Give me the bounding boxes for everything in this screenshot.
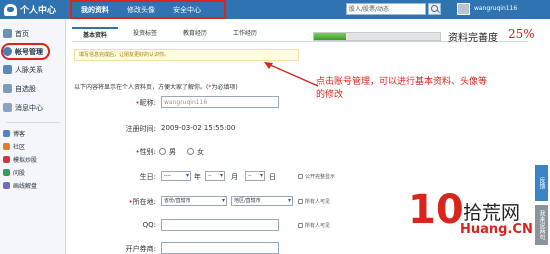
app-title: 个人中心 [20, 6, 57, 16]
qq-visibility[interactable]: 所有人可见 [298, 222, 330, 229]
register-time-value: 2009-03-02 15:55:00 [161, 124, 236, 132]
feedback-button[interactable]: 反馈 [535, 165, 548, 201]
gender-male-radio[interactable] [159, 148, 166, 155]
community-icon [3, 143, 10, 150]
tab-work[interactable]: 工作经历 [222, 27, 268, 41]
sidebar-item-ask-stock[interactable]: 问股 [3, 166, 25, 179]
sidebar-item-label: 社区 [13, 144, 26, 151]
sidebar-item-drawing[interactable]: 画线解盘 [3, 179, 37, 192]
lock-icon [298, 174, 303, 179]
nav-security-center[interactable]: 安全中心 [164, 5, 210, 15]
tab-basic-info[interactable]: 基本资料 [72, 27, 118, 41]
lock-icon [298, 199, 303, 204]
comment-button[interactable]: 我来说两句 [535, 205, 548, 245]
city-select[interactable]: 地区/直辖市 [231, 196, 293, 206]
top-bar: 个人中心 我的资料 修改头像 安全中心 股人/股票/动态 wangruqin11… [0, 0, 550, 19]
watermark-url: Huang.CN [460, 222, 533, 237]
simulation-icon [3, 156, 10, 163]
sidebar-item-label: 消息中心 [15, 103, 43, 112]
broker-label: 开户券商: [125, 245, 156, 253]
sidebar-item-label: 博客 [13, 131, 26, 138]
location-visibility[interactable]: 所有人可见 [298, 198, 330, 205]
sidebar-item-simulation[interactable]: 模拟炒股 [3, 153, 37, 166]
sidebar-item-home[interactable]: 首页 [3, 27, 29, 40]
blog-icon [3, 130, 10, 137]
birth-month-select[interactable]: -- [205, 171, 225, 181]
avatar[interactable] [457, 3, 470, 15]
profile-tabs: 基本资料 投资标签 教育经历 工作经历 [72, 27, 272, 41]
birth-year-select[interactable]: ---- [161, 171, 191, 181]
birthday-label: 生日: [139, 173, 156, 181]
username[interactable]: wangruqin116 [474, 5, 517, 12]
tab-investment-tags[interactable]: 投资标签 [122, 27, 168, 41]
top-nav: 我的资料 修改头像 安全中心 [70, 0, 226, 19]
app-logo[interactable]: 个人中心 [4, 3, 56, 16]
location-label: •所在地: [128, 198, 157, 206]
search-input[interactable]: 股人/股票/动态 [346, 3, 426, 15]
sidebar-item-contacts[interactable]: 人脉关系 [3, 63, 43, 76]
sidebar-item-label: 人脉关系 [15, 65, 43, 74]
sidebar-item-community[interactable]: 社区 [3, 140, 25, 153]
day-unit: 日 [269, 173, 276, 181]
gender-female-label: 女 [197, 148, 204, 156]
qq-label: QQ: [142, 221, 156, 229]
nickname-field[interactable]: wangruqin116 [161, 96, 279, 108]
sidebar-item-account[interactable]: 帐号管理 [3, 45, 43, 58]
gender-male-label: 男 [169, 148, 176, 156]
stock-icon [3, 84, 12, 93]
nav-change-avatar[interactable]: 修改头像 [118, 5, 164, 15]
province-select[interactable]: 省份/直辖市 [161, 196, 227, 206]
qq-field[interactable] [161, 219, 279, 231]
sidebar-item-label: 模拟炒股 [13, 157, 38, 164]
annotation-text: 点击账号管理，可以进行基本资料、头像等的修改 [316, 77, 488, 100]
hint-suffix: 为必填项) [211, 84, 238, 91]
home-icon [3, 29, 12, 38]
sidebar-divider [6, 122, 60, 123]
question-icon [3, 169, 10, 176]
lock-icon [298, 223, 303, 228]
sidebar-item-label: 首页 [15, 29, 29, 38]
sidebar-item-label: 画线解盘 [13, 183, 38, 190]
register-time-label: 注册时间: [125, 125, 156, 133]
broker-field[interactable] [161, 242, 279, 254]
sidebar-item-label: 自选股 [15, 84, 36, 93]
sidebar-item-label: 帐号管理 [15, 47, 43, 56]
completeness-value: 25% [508, 27, 535, 41]
completeness-bar-fill [314, 33, 346, 40]
birthday-visibility[interactable]: 公开完整显示 [298, 173, 335, 180]
message-icon [3, 103, 12, 112]
gender-female-radio[interactable] [187, 148, 194, 155]
watermark-logo: 10 [408, 187, 464, 233]
watermark-name: 拾荒网 [463, 202, 521, 224]
sidebar-item-stocks[interactable]: 自选股 [3, 82, 36, 95]
tab-education[interactable]: 教育经历 [172, 27, 218, 41]
completeness-label: 资料完善度 [448, 33, 498, 44]
people-icon [3, 65, 12, 74]
nav-my-profile[interactable]: 我的资料 [72, 5, 118, 15]
gear-icon [3, 47, 12, 56]
birth-day-select[interactable]: -- [245, 171, 265, 181]
annotation-arrow [264, 62, 319, 87]
chart-icon [3, 182, 10, 189]
nickname-label: •昵称: [135, 99, 157, 107]
form-hint: 以下内容将显示在个人资料页，方便大家了解你。(*为必填项) [74, 82, 238, 91]
hint-text: 以下内容将显示在个人资料页，方便大家了解你。( [74, 84, 209, 91]
sidebar-item-blog[interactable]: 博客 [3, 127, 25, 140]
user-center-icon [4, 3, 17, 16]
month-unit: 月 [231, 173, 238, 181]
completeness-bar [313, 32, 441, 41]
sidebar-item-label: 问股 [13, 170, 26, 177]
gender-label: •性别: [135, 148, 157, 156]
sidebar-item-messages[interactable]: 消息中心 [3, 101, 43, 114]
year-unit: 年 [194, 173, 201, 181]
search-icon[interactable] [428, 3, 441, 15]
